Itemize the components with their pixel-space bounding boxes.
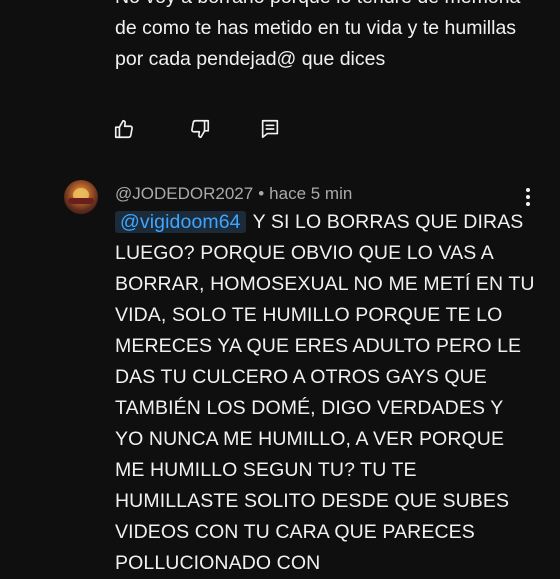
thumb-down-icon	[191, 119, 210, 139]
avatar[interactable]	[64, 180, 98, 214]
timestamp: hace 5 min	[269, 184, 353, 203]
comment-reply-icon	[261, 119, 279, 139]
thumb-up-icon	[114, 119, 133, 139]
author-name[interactable]: @JODEDOR2027	[115, 184, 253, 203]
mention-link[interactable]: @vigidoom64	[115, 211, 246, 233]
previous-comment-text: No voy a borrarlo porque lo tendré de me…	[115, 0, 520, 70]
meta-separator: •	[258, 184, 265, 203]
reply-text: @vigidoom64 Y SI LO BORRAS QUE DIRAS LUEG…	[115, 207, 535, 579]
dislike-button[interactable]	[189, 118, 215, 144]
reply-body: Y SI LO BORRAS QUE DIRAS LUEGO? PORQUE O…	[115, 211, 535, 574]
comment-meta: @JODEDOR2027 • hace 5 min	[115, 183, 352, 205]
reply-button[interactable]	[259, 118, 285, 144]
like-button[interactable]	[113, 118, 139, 144]
